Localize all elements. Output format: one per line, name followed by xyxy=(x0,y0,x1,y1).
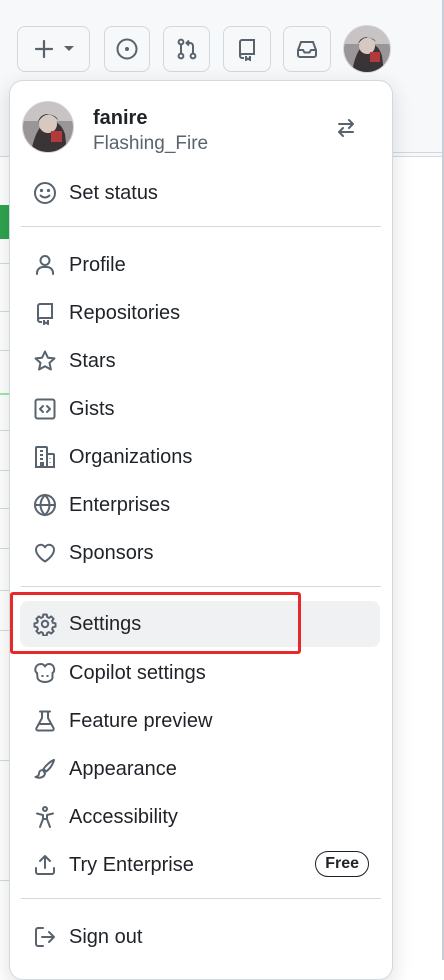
menu-item-repositories[interactable]: Repositories xyxy=(20,290,380,336)
menu-item-label: Try Enterprise xyxy=(69,853,194,876)
menu-divider xyxy=(21,586,381,587)
menu-item-label: Sponsors xyxy=(69,541,154,564)
create-new-button[interactable] xyxy=(17,26,90,72)
menu-item-feature-preview[interactable]: Feature preview xyxy=(20,698,380,744)
user-info: fanire Flashing_Fire xyxy=(22,101,374,157)
menu-item-accessibility[interactable]: Accessibility xyxy=(20,794,380,840)
smiley-icon xyxy=(32,180,58,206)
chevron-down-icon xyxy=(63,45,75,53)
plus-icon xyxy=(33,38,55,60)
menu-item-label: Feature preview xyxy=(69,709,213,732)
menu-item-label: Copilot settings xyxy=(69,661,206,684)
menu-item-label: Gists xyxy=(69,397,115,420)
menu-item-label: Repositories xyxy=(69,301,181,324)
menu-item-copilot-settings[interactable]: Copilot settings xyxy=(20,650,380,696)
set-status-item[interactable]: Set status xyxy=(20,170,380,216)
sign-out-icon xyxy=(32,924,58,950)
heart-icon xyxy=(32,540,58,566)
menu-item-appearance[interactable]: Appearance xyxy=(20,746,380,792)
pull-requests-button[interactable] xyxy=(163,26,210,72)
user-login: fanire xyxy=(93,107,148,129)
menu-item-sponsors[interactable]: Sponsors xyxy=(20,530,380,576)
avatar xyxy=(22,101,74,153)
header-divider xyxy=(390,152,444,153)
beaker-icon xyxy=(32,708,58,734)
sign-out-item[interactable]: Sign out xyxy=(20,914,380,960)
upload-icon xyxy=(32,852,58,878)
free-badge: Free xyxy=(315,851,369,877)
menu-item-organizations[interactable]: Organizations xyxy=(20,434,380,480)
menu-divider xyxy=(21,898,381,899)
star-icon xyxy=(32,348,58,374)
inbox-icon xyxy=(295,37,319,61)
menu-item-label: Organizations xyxy=(69,445,193,468)
sign-out-label: Sign out xyxy=(69,925,143,948)
issue-opened-icon xyxy=(115,37,139,61)
arrow-switch-icon xyxy=(335,117,357,139)
menu-item-try-enterprise[interactable]: Try Enterprise Free xyxy=(20,842,380,888)
switch-account-button[interactable] xyxy=(326,114,366,142)
accessibility-icon xyxy=(32,804,58,830)
repositories-button[interactable] xyxy=(223,26,271,72)
menu-item-stars[interactable]: Stars xyxy=(20,338,380,384)
menu-item-label: Stars xyxy=(69,349,116,372)
git-pull-request-icon xyxy=(175,37,199,61)
menu-item-profile[interactable]: Profile xyxy=(20,242,380,288)
settings-highlight-box xyxy=(10,592,301,654)
organization-icon xyxy=(32,444,58,470)
globe-icon xyxy=(32,492,58,518)
menu-item-gists[interactable]: Gists xyxy=(20,386,380,432)
menu-item-label: Accessibility xyxy=(69,805,178,828)
inbox-button[interactable] xyxy=(283,26,331,72)
paintbrush-icon xyxy=(32,756,58,782)
issues-button[interactable] xyxy=(104,26,150,72)
repo-icon xyxy=(32,300,58,326)
code-square-icon xyxy=(32,396,58,422)
menu-item-label: Enterprises xyxy=(69,493,171,516)
menu-divider xyxy=(21,226,381,227)
person-icon xyxy=(32,252,58,278)
menu-item-label: Profile xyxy=(69,253,126,276)
repo-icon xyxy=(235,37,259,61)
set-status-label: Set status xyxy=(69,181,158,204)
menu-item-label: Appearance xyxy=(69,757,177,780)
user-display-name: Flashing_Fire xyxy=(93,133,209,154)
user-avatar-button[interactable] xyxy=(343,25,391,73)
copilot-icon xyxy=(32,660,58,686)
menu-item-enterprises[interactable]: Enterprises xyxy=(20,482,380,528)
green-button-fragment xyxy=(0,205,9,239)
